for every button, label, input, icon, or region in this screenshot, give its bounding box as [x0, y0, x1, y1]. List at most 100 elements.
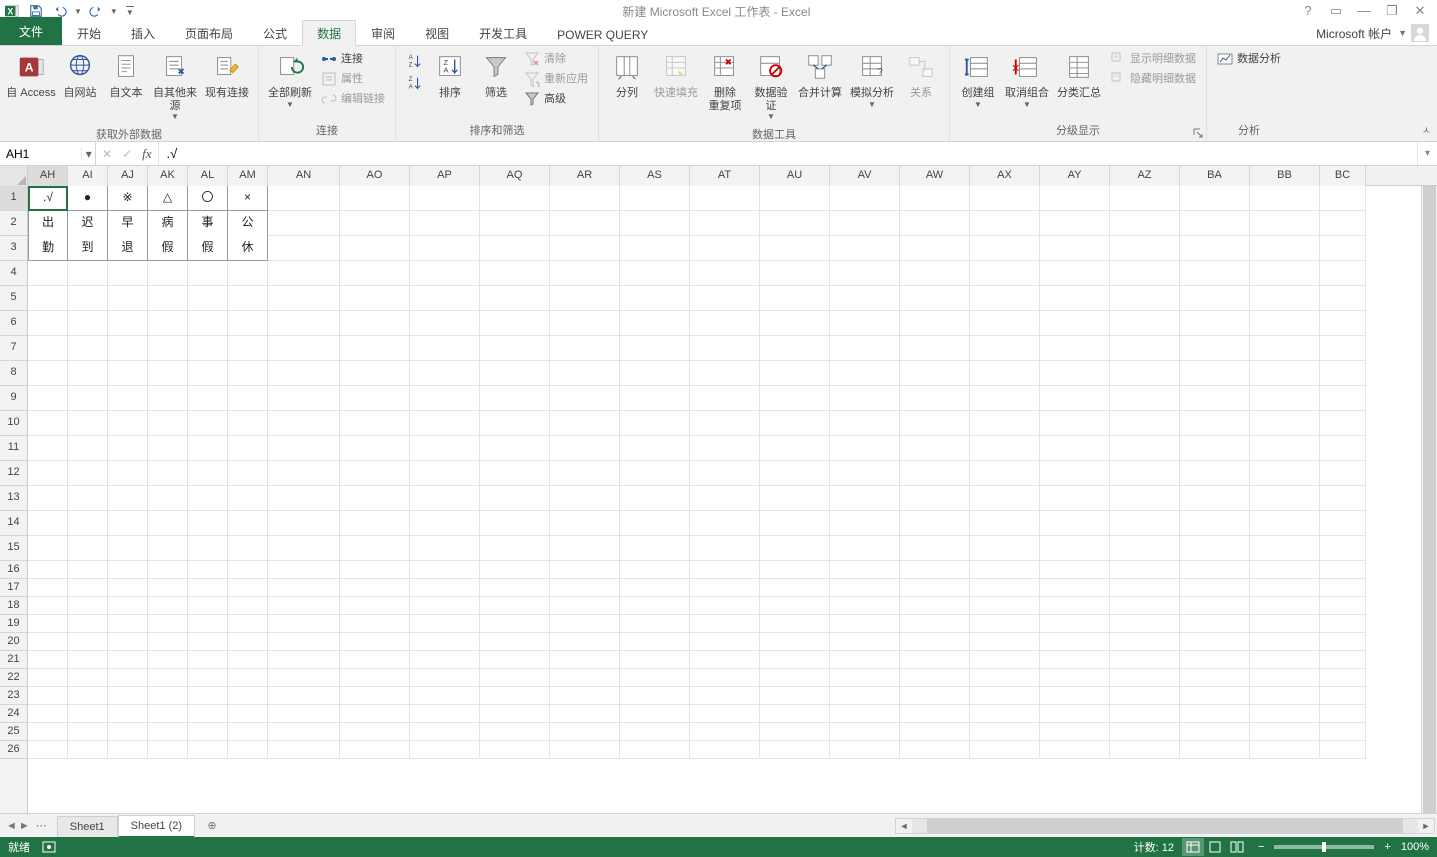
- cell[interactable]: [68, 741, 108, 759]
- cell[interactable]: [1320, 336, 1366, 361]
- cell[interactable]: [228, 361, 268, 386]
- from-other-sources-button[interactable]: 自其他来源 ▼: [150, 48, 200, 124]
- cell[interactable]: [108, 336, 148, 361]
- cell[interactable]: [830, 211, 900, 236]
- cell[interactable]: [690, 633, 760, 651]
- cell[interactable]: [410, 486, 480, 511]
- cell[interactable]: [28, 741, 68, 759]
- cell[interactable]: [550, 461, 620, 486]
- cell[interactable]: 退: [108, 236, 148, 261]
- cell[interactable]: 〇: [188, 186, 228, 211]
- cell[interactable]: [1040, 461, 1110, 486]
- cell[interactable]: [1180, 741, 1250, 759]
- cell[interactable]: [1320, 741, 1366, 759]
- row-header[interactable]: 16: [0, 561, 27, 579]
- cell[interactable]: [268, 633, 340, 651]
- cell[interactable]: [970, 186, 1040, 211]
- cell[interactable]: [340, 597, 410, 615]
- cell[interactable]: [108, 261, 148, 286]
- cell[interactable]: [340, 669, 410, 687]
- cell[interactable]: [900, 687, 970, 705]
- cell[interactable]: [760, 211, 830, 236]
- cell[interactable]: [108, 705, 148, 723]
- cell[interactable]: [148, 511, 188, 536]
- cell[interactable]: [550, 615, 620, 633]
- cell[interactable]: [1040, 561, 1110, 579]
- cell[interactable]: [1040, 633, 1110, 651]
- row-header[interactable]: 15: [0, 536, 27, 561]
- cell[interactable]: [188, 633, 228, 651]
- cell[interactable]: [690, 461, 760, 486]
- cell[interactable]: [228, 461, 268, 486]
- collapse-ribbon-icon[interactable]: ㅅ: [1422, 122, 1431, 137]
- scroll-right-icon[interactable]: ►: [1418, 819, 1434, 833]
- cell[interactable]: [410, 615, 480, 633]
- cell[interactable]: [228, 336, 268, 361]
- cell[interactable]: [480, 536, 550, 561]
- cell[interactable]: [690, 723, 760, 741]
- sheet-nav-prev-icon[interactable]: ◄: [6, 820, 17, 832]
- cell[interactable]: [188, 386, 228, 411]
- cell[interactable]: [550, 633, 620, 651]
- cell[interactable]: [480, 211, 550, 236]
- cell[interactable]: [28, 579, 68, 597]
- scrollbar-thumb[interactable]: [927, 819, 1403, 833]
- cell[interactable]: [1110, 561, 1180, 579]
- cell[interactable]: [550, 211, 620, 236]
- cell[interactable]: ●: [68, 186, 108, 211]
- cell[interactable]: [830, 561, 900, 579]
- cell[interactable]: [340, 633, 410, 651]
- cell[interactable]: [690, 741, 760, 759]
- cell[interactable]: [1250, 511, 1320, 536]
- cell[interactable]: [108, 723, 148, 741]
- cell[interactable]: [690, 286, 760, 311]
- cell[interactable]: [900, 236, 970, 261]
- cell[interactable]: [690, 669, 760, 687]
- cell[interactable]: [148, 687, 188, 705]
- cell[interactable]: [108, 411, 148, 436]
- column-header[interactable]: AT: [690, 166, 760, 186]
- flash-fill-button[interactable]: 快速填充: [651, 48, 701, 103]
- cell[interactable]: [108, 361, 148, 386]
- cell[interactable]: [1320, 461, 1366, 486]
- cell[interactable]: [108, 687, 148, 705]
- advanced-filter-button[interactable]: 高级: [520, 90, 592, 108]
- cell[interactable]: [1110, 386, 1180, 411]
- cell[interactable]: [1250, 411, 1320, 436]
- cell[interactable]: [1250, 461, 1320, 486]
- cell[interactable]: [1110, 311, 1180, 336]
- cell[interactable]: [830, 186, 900, 211]
- cells-area[interactable]: .√●※△〇×出迟早病事公勤到退假假休: [28, 186, 1421, 813]
- cell[interactable]: [148, 461, 188, 486]
- cell[interactable]: [268, 561, 340, 579]
- cell[interactable]: [550, 579, 620, 597]
- from-web-button[interactable]: 自网站: [58, 48, 102, 103]
- cell[interactable]: [1320, 651, 1366, 669]
- row-header[interactable]: 5: [0, 286, 27, 311]
- cell[interactable]: [970, 386, 1040, 411]
- cell[interactable]: [830, 615, 900, 633]
- cell[interactable]: [550, 651, 620, 669]
- cell[interactable]: [1250, 597, 1320, 615]
- cell[interactable]: [340, 211, 410, 236]
- cell[interactable]: [970, 436, 1040, 461]
- cell[interactable]: [188, 536, 228, 561]
- cell[interactable]: [1250, 186, 1320, 211]
- cell[interactable]: [228, 386, 268, 411]
- column-header[interactable]: AI: [68, 166, 108, 186]
- cell[interactable]: [410, 511, 480, 536]
- cell[interactable]: [620, 261, 690, 286]
- cell[interactable]: [550, 536, 620, 561]
- text-to-columns-button[interactable]: 分列: [605, 48, 649, 103]
- cell[interactable]: [410, 536, 480, 561]
- cell[interactable]: [550, 705, 620, 723]
- cell[interactable]: [188, 486, 228, 511]
- row-header[interactable]: 12: [0, 461, 27, 486]
- cell[interactable]: [970, 211, 1040, 236]
- group-button[interactable]: 创建组▼: [956, 48, 1000, 112]
- cell[interactable]: [900, 669, 970, 687]
- cell[interactable]: [340, 651, 410, 669]
- undo-dropdown[interactable]: ▼: [74, 7, 82, 16]
- cell[interactable]: [1320, 579, 1366, 597]
- cell[interactable]: [550, 669, 620, 687]
